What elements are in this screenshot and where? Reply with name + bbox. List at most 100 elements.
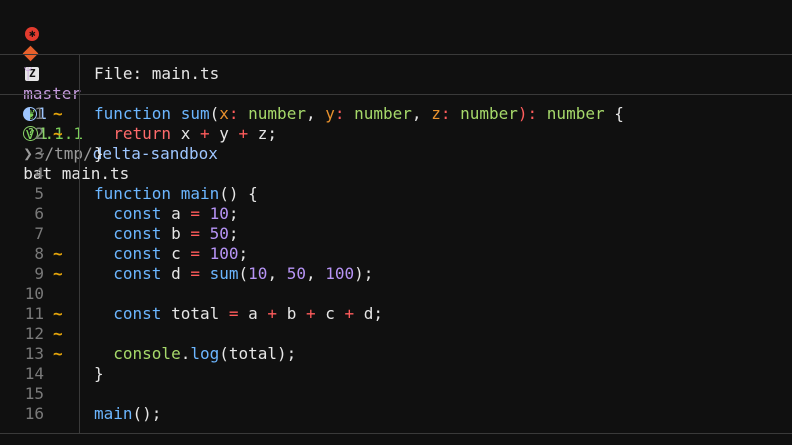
line-number: 14 xyxy=(24,364,44,383)
code-line: return x + y + z; xyxy=(94,124,277,144)
code-token: a xyxy=(238,304,268,323)
code-token: ; xyxy=(228,224,239,243)
change-marker: ~ xyxy=(53,104,63,123)
code-token: a xyxy=(161,204,191,223)
code-line: main(); xyxy=(94,404,161,424)
code-token: function xyxy=(94,184,181,203)
line-number: 2 xyxy=(34,124,44,143)
code-token: 100 xyxy=(325,264,355,283)
code-line: function main() { xyxy=(94,184,258,204)
code-token: y xyxy=(325,104,335,123)
code-token: ( xyxy=(209,104,220,123)
code-token: 50 xyxy=(209,224,229,243)
code-token: d; xyxy=(354,304,384,323)
code-token: 50 xyxy=(286,264,306,283)
code-token: c xyxy=(161,244,191,263)
line-number: 11 xyxy=(24,304,44,323)
code-token: } xyxy=(94,144,104,163)
code-line: } xyxy=(94,364,104,384)
code-line: const d = sum(10, 50, 100); xyxy=(94,264,373,284)
change-marker: ~ xyxy=(53,124,63,143)
code-line: } xyxy=(94,144,104,164)
code-token: main xyxy=(94,404,133,423)
code-token: 10 xyxy=(209,204,229,223)
file-header: File: main.ts xyxy=(94,64,220,83)
line-number: 6 xyxy=(34,204,44,223)
code-token: (); xyxy=(132,404,162,423)
code-token: ; xyxy=(228,204,239,223)
code-token: : xyxy=(334,104,355,123)
code-token: } xyxy=(94,364,104,383)
footer-border xyxy=(0,433,792,434)
line-number: 9 xyxy=(34,264,44,283)
prompt-line-1: ✱ Z ❦ v2.1.1 ~/tmp/delta-sandbox xyxy=(6,4,218,163)
code-token: = xyxy=(190,244,200,263)
code-token: b xyxy=(277,304,306,323)
gutter-divider xyxy=(79,95,80,433)
line-number: 10 xyxy=(24,284,44,303)
code-token: , xyxy=(267,264,287,283)
change-marker: ~ xyxy=(53,264,63,283)
code-token: = xyxy=(190,204,200,223)
line-number: 7 xyxy=(34,224,44,243)
code-token: const xyxy=(113,244,162,263)
code-token: return xyxy=(113,124,172,143)
code-token: ): xyxy=(517,104,547,123)
code-token: , xyxy=(411,104,432,123)
code-token: ( xyxy=(238,264,249,283)
code-token: () { xyxy=(219,184,258,203)
code-token: function xyxy=(94,104,181,123)
code-line: function sum(x: number, y: number, z: nu… xyxy=(94,104,624,124)
code-token: const xyxy=(113,224,162,243)
change-marker: ~ xyxy=(53,344,63,363)
code-token: total xyxy=(161,304,229,323)
code-token: const xyxy=(113,264,162,283)
code-token: number xyxy=(460,104,518,123)
code-token: number xyxy=(354,104,412,123)
code-token: c xyxy=(315,304,345,323)
code-token: sum xyxy=(209,264,239,283)
code-token: ); xyxy=(354,264,374,283)
code-token: 100 xyxy=(209,244,239,263)
line-number: 3 xyxy=(34,144,44,163)
code-token: z; xyxy=(248,124,278,143)
code-token: + xyxy=(305,304,316,323)
code-token: z xyxy=(431,104,441,123)
code-token: console xyxy=(113,344,181,363)
code-token: b xyxy=(161,224,191,243)
header-divider xyxy=(79,55,80,94)
code-token: + xyxy=(344,304,355,323)
code-token: d xyxy=(161,264,191,283)
prompt-line-2: ᛘ master 1 ? 1 ❯ bat main.ts xyxy=(4,24,129,183)
line-number: 16 xyxy=(24,404,44,423)
code-token: = xyxy=(228,304,239,323)
code-token: (total); xyxy=(219,344,297,363)
code-token: const xyxy=(113,204,162,223)
code-line: const b = 50; xyxy=(94,224,239,244)
code-token: y xyxy=(209,124,239,143)
code-token: { xyxy=(604,104,624,123)
code-token: = xyxy=(190,264,200,283)
code-token: + xyxy=(199,124,210,143)
code-token: + xyxy=(267,304,278,323)
line-number: 1 xyxy=(34,104,44,123)
line-number: 8 xyxy=(34,244,44,263)
header-top-border xyxy=(0,54,792,55)
code-token: ; xyxy=(238,244,249,263)
code-token: number xyxy=(546,104,605,123)
change-marker: ~ xyxy=(53,244,63,263)
code-token: x xyxy=(171,124,200,143)
code-token: 10 xyxy=(248,264,268,283)
code-token: : xyxy=(228,104,249,123)
code-token: log xyxy=(190,344,220,363)
line-number: 4 xyxy=(34,164,44,183)
code-token: number xyxy=(248,104,306,123)
